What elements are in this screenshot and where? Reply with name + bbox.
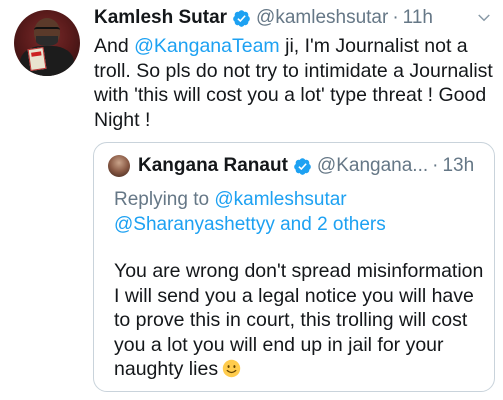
quoted-tweet-body: You are wrong don't spread misinformatio… bbox=[114, 260, 484, 380]
reply-mention-link-2[interactable]: @Sharanyashettyy bbox=[114, 214, 275, 235]
quoted-tweet-header: Kangana Ranaut @Kangana... · 13h bbox=[138, 153, 484, 179]
chevron-down-icon[interactable] bbox=[475, 9, 493, 27]
reply-others-link[interactable]: and 2 others bbox=[275, 214, 386, 235]
mention-link[interactable]: @KanganaTeam bbox=[134, 35, 280, 57]
replying-to: Replying to @kamleshsutar @Sharanyashetty… bbox=[114, 187, 484, 237]
quoted-tweet-text: You are wrong don't spread misinformatio… bbox=[114, 259, 489, 382]
replying-to-label: Replying to bbox=[114, 189, 215, 210]
author-name[interactable]: Kamlesh Sutar bbox=[94, 7, 227, 29]
author-avatar[interactable] bbox=[14, 10, 80, 76]
tweet-text: And @KanganaTeam ji, I'm Journalist not … bbox=[94, 34, 494, 132]
verified-badge-icon bbox=[294, 157, 311, 175]
quoted-author-name[interactable]: Kangana Ranaut bbox=[138, 155, 288, 177]
quoted-author-handle[interactable]: @Kangana... bbox=[317, 155, 428, 177]
separator-dot: · bbox=[432, 155, 439, 176]
tweet-header: Kamlesh Sutar @kamleshsutar · 11h bbox=[94, 5, 493, 31]
reply-mention-link[interactable]: @kamleshsutar bbox=[214, 189, 346, 210]
tweet-text-prefix: And bbox=[94, 35, 135, 57]
slightly-smiling-face-emoji bbox=[222, 359, 241, 378]
quoted-tweet-time[interactable]: 13h bbox=[442, 155, 474, 177]
verified-badge-icon bbox=[233, 9, 250, 27]
quoted-tweet[interactable]: Kangana Ranaut @Kangana... · 13h Replyin… bbox=[93, 142, 495, 392]
tweet: Kamlesh Sutar @kamleshsutar · 11h And @K… bbox=[0, 0, 503, 400]
separator-dot: · bbox=[392, 7, 399, 28]
author-handle[interactable]: @kamleshsutar bbox=[256, 7, 388, 29]
quoted-author-avatar[interactable] bbox=[108, 155, 130, 177]
tweet-time[interactable]: 11h bbox=[403, 7, 433, 29]
